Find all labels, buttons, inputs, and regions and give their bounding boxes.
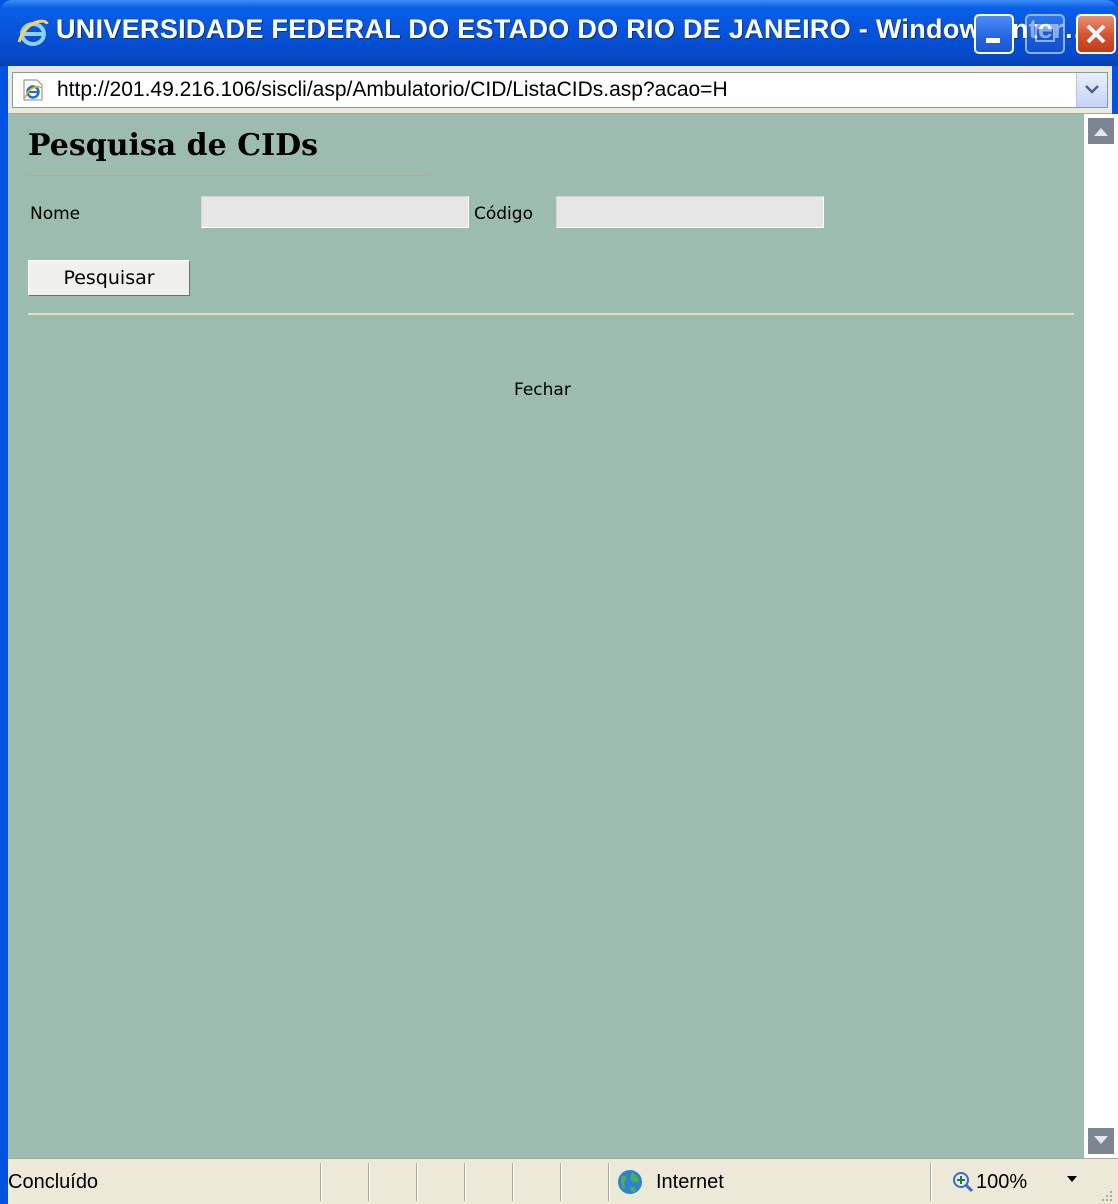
title-divider xyxy=(28,175,428,176)
close-icon xyxy=(1086,24,1106,44)
pesquisar-button[interactable]: Pesquisar xyxy=(28,260,190,296)
address-dropdown-button[interactable] xyxy=(1076,73,1107,107)
globe-icon xyxy=(618,1170,642,1194)
address-bar: http://201.49.216.106/siscli/asp/Ambulat… xyxy=(8,66,1112,114)
zoom-level[interactable]: 100% xyxy=(976,1171,1027,1194)
status-text: Concluído xyxy=(8,1171,99,1193)
page-content: Pesquisa de CIDs Nome Código Pesquisar F… xyxy=(8,114,1084,1158)
ie-page-icon xyxy=(23,79,43,101)
chevron-down-icon[interactable] xyxy=(1066,1175,1078,1183)
close-button[interactable] xyxy=(1076,14,1116,54)
address-field[interactable]: http://201.49.216.106/siscli/asp/Ambulat… xyxy=(12,72,1108,108)
resize-grip-icon[interactable] xyxy=(1100,1189,1114,1203)
status-divider xyxy=(560,1163,562,1201)
chevron-down-icon xyxy=(1085,85,1099,94)
nome-label: Nome xyxy=(30,204,81,224)
status-bar: Concluído Internet 100% xyxy=(8,1158,1118,1204)
status-divider xyxy=(512,1163,514,1201)
title-bar[interactable]: UNIVERSIDADE FEDERAL DO ESTADO DO RIO DE… xyxy=(0,0,1118,66)
minimize-button[interactable] xyxy=(974,14,1014,54)
nome-input[interactable] xyxy=(201,196,469,228)
ie-logo-icon xyxy=(17,19,49,46)
page-title: Pesquisa de CIDs xyxy=(28,128,319,163)
zoom-icon xyxy=(953,1172,974,1193)
status-divider xyxy=(464,1163,466,1201)
fechar-link[interactable]: Fechar xyxy=(514,380,571,400)
security-zone-label: Internet xyxy=(656,1171,724,1193)
address-url: http://201.49.216.106/siscli/asp/Ambulat… xyxy=(57,78,728,101)
browser-window: UNIVERSIDADE FEDERAL DO ESTADO DO RIO DE… xyxy=(0,0,1118,1204)
status-divider xyxy=(416,1163,418,1201)
maximize-button[interactable] xyxy=(1025,14,1065,54)
content-divider xyxy=(28,313,1074,315)
window-title: UNIVERSIDADE FEDERAL DO ESTADO DO RIO DE… xyxy=(56,14,1092,44)
status-divider xyxy=(608,1163,610,1201)
scroll-down-button[interactable] xyxy=(1088,1128,1114,1154)
scroll-up-button[interactable] xyxy=(1088,118,1114,144)
arrow-up-icon xyxy=(1094,128,1108,136)
arrow-down-icon xyxy=(1094,1136,1108,1144)
status-divider xyxy=(930,1163,932,1201)
codigo-label: Código xyxy=(474,204,533,224)
vertical-scrollbar[interactable] xyxy=(1084,114,1118,1158)
status-divider xyxy=(320,1163,322,1201)
codigo-input[interactable] xyxy=(556,196,824,228)
status-divider xyxy=(368,1163,370,1201)
